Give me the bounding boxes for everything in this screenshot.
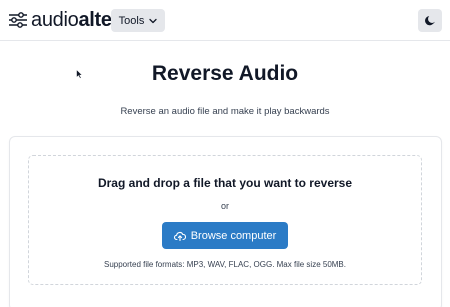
browse-computer-label: Browse computer — [190, 229, 277, 242]
dropzone-heading: Drag and drop a file that you want to re… — [97, 176, 353, 190]
or-separator: or — [220, 201, 229, 211]
browse-computer-button[interactable]: Browse computer — [162, 222, 288, 249]
sliders-icon — [9, 12, 27, 28]
page-title: Reverse Audio — [151, 62, 299, 85]
audioalter-logo[interactable]: audioalter — [8, 9, 119, 31]
top-navigation-bar: audioalter Tools — [0, 0, 450, 41]
supported-formats-text: Supported file formats: MP3, WAV, FLAC, … — [103, 260, 346, 269]
cloud-upload-icon — [173, 231, 186, 241]
page-subtitle: Reverse an audio file and make it play b… — [120, 106, 330, 117]
tools-menu-label: Tools — [118, 14, 145, 27]
moon-icon — [424, 16, 435, 26]
tools-menu-button[interactable]: Tools — [111, 9, 165, 32]
chevron-down-icon — [149, 18, 157, 23]
logo-text-light: audio — [31, 9, 79, 31]
logo-text: audioalter — [31, 9, 119, 31]
dark-mode-toggle[interactable] — [418, 9, 442, 32]
